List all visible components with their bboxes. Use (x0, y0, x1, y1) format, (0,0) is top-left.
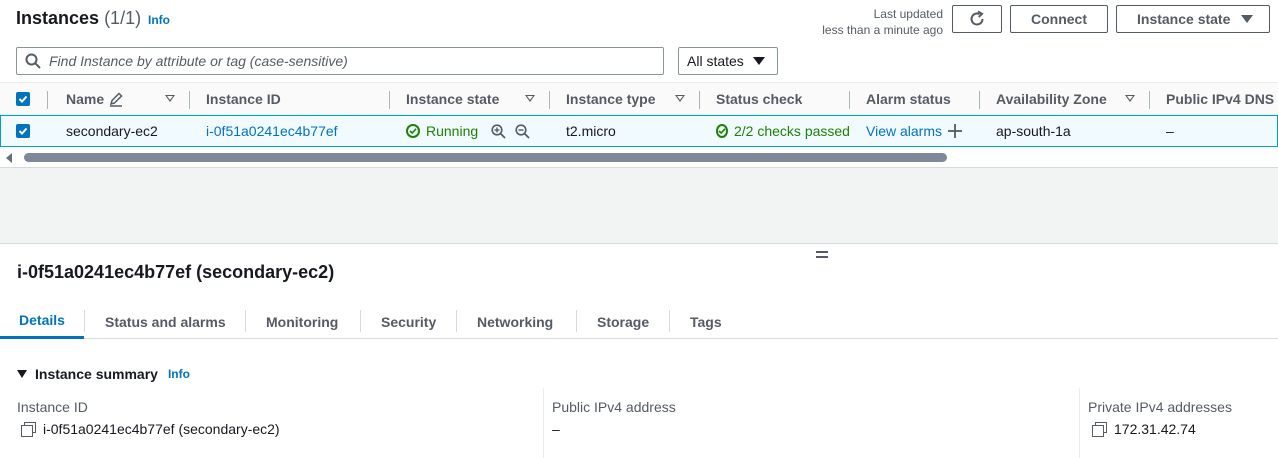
status-check-text: 2/2 checks passed (734, 123, 849, 139)
section-title: Instance summary (35, 366, 158, 382)
scrollbar-thumb[interactable] (24, 153, 947, 162)
search-input[interactable] (49, 53, 649, 69)
instance-state-label: Instance state (1137, 11, 1231, 27)
field-label-instance-id: Instance ID (17, 399, 88, 415)
view-alarms-link[interactable]: View alarms (866, 116, 942, 146)
column-header-public-dns[interactable]: Public IPv4 DNS (1166, 83, 1274, 114)
refresh-icon (970, 10, 984, 26)
detail-tabs: Details Status and alarms Monitoring Sec… (0, 304, 1278, 339)
instance-name: secondary-ec2 (66, 123, 158, 139)
tab-networking[interactable]: Networking (477, 304, 553, 339)
search-icon (25, 53, 41, 69)
tab-status-and-alarms[interactable]: Status and alarms (105, 304, 226, 339)
column-header-name[interactable]: Name (66, 83, 124, 114)
checkbox-checked-icon (16, 91, 30, 106)
edit-icon (110, 91, 123, 107)
check-circle-icon (716, 124, 728, 138)
last-updated: Last updated less than a minute ago (822, 6, 943, 38)
column-name-label: Name (66, 90, 105, 107)
copy-icon[interactable] (1092, 422, 1107, 437)
sort-icon[interactable] (525, 95, 535, 102)
instance-summary-toggle[interactable]: Instance summary Info (17, 366, 190, 382)
info-link[interactable]: Info (168, 367, 190, 381)
field-label-private-ip: Private IPv4 addresses (1088, 399, 1232, 415)
tab-details[interactable]: Details (0, 304, 84, 339)
tab-security[interactable]: Security (381, 304, 436, 339)
availability-zone: ap-south-1a (996, 123, 1071, 139)
search-field[interactable] (16, 47, 664, 75)
column-header-instance-state[interactable]: Instance state (406, 83, 499, 114)
state-filter-value: All states (687, 53, 744, 69)
instance-state-dropdown[interactable]: Instance state (1116, 5, 1270, 33)
field-value-public-ip: – (552, 421, 560, 437)
tab-monitoring[interactable]: Monitoring (266, 304, 338, 339)
copy-icon[interactable] (21, 422, 36, 437)
add-alarm-icon[interactable] (948, 124, 962, 138)
instance-state-text: Running (426, 123, 479, 139)
field-value-instance-id: i-0f51a0241ec4b77ef (secondary-ec2) (21, 421, 280, 437)
caret-down-icon (17, 370, 27, 378)
last-updated-value: less than a minute ago (822, 23, 943, 37)
column-header-instance-type[interactable]: Instance type (566, 83, 655, 114)
horizontal-scrollbar[interactable] (0, 148, 1278, 168)
private-ip-value: 172.31.42.74 (1114, 421, 1196, 437)
column-header-status-check[interactable]: Status check (716, 83, 802, 114)
instance-id-link[interactable]: i-0f51a0241ec4b77ef (206, 116, 338, 146)
instance-id-value: i-0f51a0241ec4b77ef (secondary-ec2) (43, 421, 280, 437)
caret-down-icon (1241, 15, 1253, 23)
info-link[interactable]: Info (148, 13, 170, 27)
last-updated-label: Last updated (873, 7, 943, 21)
select-all-checkbox[interactable] (16, 83, 30, 114)
instance-state-cell: Running (406, 116, 478, 146)
detail-title: i-0f51a0241ec4b77ef (secondary-ec2) (17, 262, 335, 282)
column-header-availability-zone[interactable]: Availability Zone (996, 83, 1107, 114)
field-value-private-ip: 172.31.42.74 (1092, 421, 1196, 437)
scroll-left-icon[interactable] (6, 153, 12, 163)
sort-icon[interactable] (675, 95, 685, 102)
column-header-instance-id[interactable]: Instance ID (206, 83, 281, 114)
zoom-out-icon[interactable] (515, 124, 530, 139)
field-label-public-ip: Public IPv4 address (552, 399, 676, 415)
tab-storage[interactable]: Storage (597, 304, 649, 339)
page-title: Instances (1/1) (16, 8, 141, 29)
caret-down-icon (753, 57, 765, 65)
table-header: Name Instance ID Instance state Instance… (0, 82, 1278, 115)
table-row[interactable]: secondary-ec2 i-0f51a0241ec4b77ef Runnin… (0, 115, 1278, 147)
instance-count: (1/1) (104, 8, 142, 28)
checkbox-checked-icon (16, 124, 30, 138)
row-checkbox[interactable] (16, 116, 30, 146)
connect-button[interactable]: Connect (1010, 5, 1108, 33)
check-circle-icon (406, 124, 420, 138)
refresh-button[interactable] (952, 5, 1002, 33)
sort-icon[interactable] (165, 95, 175, 102)
state-filter-select[interactable]: All states (678, 47, 778, 75)
instance-type: t2.micro (566, 123, 616, 139)
status-check-cell: 2/2 checks passed (716, 116, 849, 146)
sort-icon[interactable] (1125, 95, 1135, 102)
tab-tags[interactable]: Tags (690, 304, 722, 339)
split-panel-drag-handle[interactable] (816, 251, 828, 261)
public-dns: – (1166, 123, 1174, 139)
column-header-alarm-status[interactable]: Alarm status (866, 83, 951, 114)
page-title-text: Instances (16, 8, 100, 28)
zoom-in-icon[interactable] (491, 124, 506, 139)
empty-table-area (0, 168, 1278, 244)
